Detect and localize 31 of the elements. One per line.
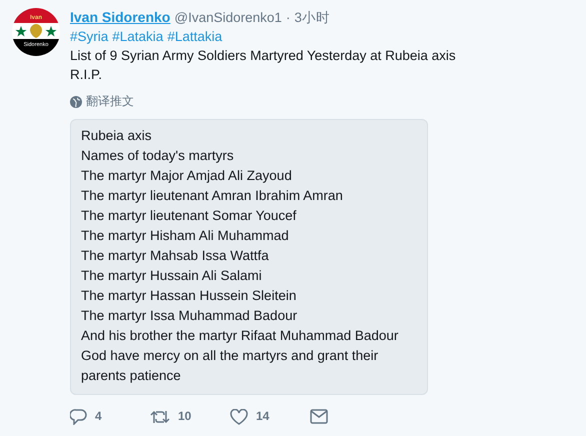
quoted-text-line: The martyr Mahsab Issa Wattfa <box>81 247 270 265</box>
retweet-button[interactable]: 10 <box>150 407 230 426</box>
author-name[interactable]: Ivan Sidorenko <box>70 8 170 27</box>
envelope-icon <box>310 409 328 424</box>
quoted-text-line: Names of today's martyrs <box>81 147 235 165</box>
separator-dot: · <box>286 9 290 27</box>
translate-link[interactable]: 翻译推文 <box>86 92 134 111</box>
quoted-text-line: Rubeia axis <box>81 127 153 145</box>
quoted-text-line: The martyr Hassan Hussein Sleitein <box>81 287 298 305</box>
reply-button[interactable]: 4 <box>70 407 150 426</box>
quoted-text-line: The martyr lieutenant Somar Youcef <box>81 207 298 225</box>
quoted-text-line: The martyr lieutenant Amran Ibrahim Amran <box>81 187 344 205</box>
reply-icon <box>70 408 87 424</box>
quoted-text-line: The martyr Hussain Ali Salami <box>81 267 263 285</box>
tweet-text: R.I.P. <box>70 66 104 84</box>
emblem-icon <box>14 24 58 38</box>
heart-icon <box>230 408 248 424</box>
quoted-text-line: And his brother the martyr Rifaat Muhammad Badour <box>81 327 400 345</box>
user-handle: @IvanSidorenko1 <box>174 9 282 27</box>
retweet-icon <box>150 408 170 424</box>
quoted-text-line: God have mercy on all the martyrs and grant their parents patience <box>81 347 380 385</box>
globe-icon <box>70 96 82 108</box>
quoted-text-line: The martyr Hisham Ali Muhammad <box>81 227 290 245</box>
like-button[interactable]: 14 <box>230 407 310 426</box>
quoted-text-line: The martyr Major Amjad Ali Zayoud <box>81 167 293 185</box>
timestamp[interactable]: 3小时 <box>294 8 330 27</box>
hashtag-link[interactable]: #Lattakia <box>167 27 222 46</box>
hashtag-link[interactable]: #Syria <box>70 27 108 46</box>
hashtag-link[interactable]: #Latakia <box>112 27 164 46</box>
quoted-text-line: The martyr Issa Muhammad Badour <box>81 307 298 325</box>
tweet-text: List of 9 Syrian Army Soldiers Martyred Yesterday at Rubeia axis <box>70 47 457 65</box>
